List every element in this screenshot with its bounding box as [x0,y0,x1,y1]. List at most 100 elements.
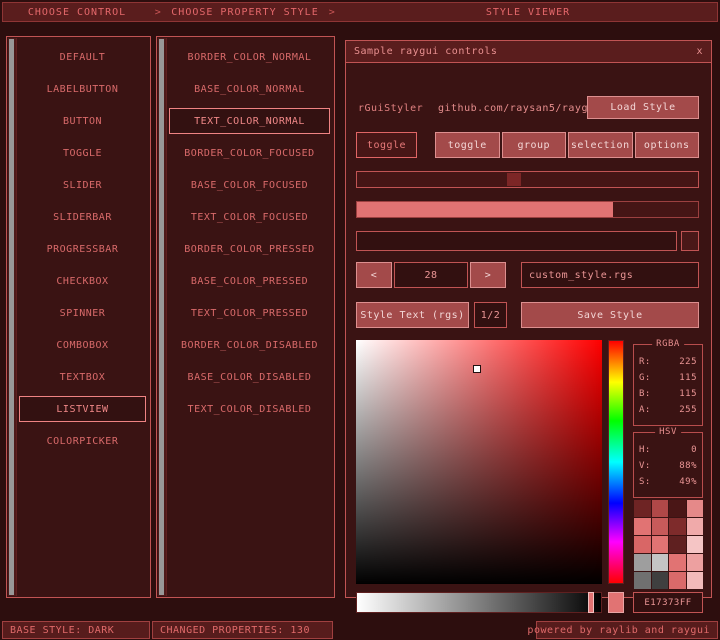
current-color-box[interactable] [608,592,624,613]
property-item-border-color-normal[interactable]: BORDER_COLOR_NORMAL [169,44,330,70]
slider[interactable] [356,171,699,188]
hsv-value-v: 88% [679,461,697,471]
hsv-label-h: H: [639,445,651,455]
hsv-label-v: V: [639,461,651,471]
control-item-colorpicker[interactable]: COLORPICKER [19,428,146,454]
rgba-value-a: 255 [679,405,697,415]
hsv-label-s: S: [639,477,651,487]
color-swatch[interactable] [686,572,703,589]
property-item-text-color-pressed[interactable]: TEXT_COLOR_PRESSED [169,300,330,326]
color-saturation-value-panel[interactable] [356,340,602,584]
property-item-text-color-disabled[interactable]: TEXT_COLOR_DISABLED [169,396,330,422]
window-titlebar[interactable]: Sample raygui controls x [346,41,711,63]
color-swatch[interactable] [651,554,668,571]
toggle-group-selection[interactable]: selection [568,132,633,158]
color-swatch[interactable] [686,554,703,571]
hsv-row-h: H: 0 [639,442,697,458]
hex-color-input[interactable]: E17373FF [633,592,703,613]
control-item-slider[interactable]: SLIDER [19,172,146,198]
color-swatch[interactable] [634,536,651,553]
color-swatch[interactable] [651,500,668,517]
color-swatch[interactable] [634,500,651,517]
color-swatch[interactable] [651,518,668,535]
property-item-border-color-pressed[interactable]: BORDER_COLOR_PRESSED [169,236,330,262]
rgba-row-b: B: 115 [639,386,697,402]
toggle-group-options[interactable]: options [634,132,699,158]
toggle-group-toggle[interactable]: toggle [435,132,500,158]
toggle-group-group[interactable]: group [501,132,566,158]
color-swatch[interactable] [686,518,703,535]
controls-list: DEFAULT LABELBUTTON BUTTON TOGGLE SLIDER… [19,44,146,460]
property-item-base-color-focused[interactable]: BASE_COLOR_FOCUSED [169,172,330,198]
load-style-button[interactable]: Load Style [587,96,699,119]
slider-handle[interactable] [506,173,521,186]
property-item-base-color-normal[interactable]: BASE_COLOR_NORMAL [169,76,330,102]
color-swatch[interactable] [634,554,651,571]
color-swatch[interactable] [686,500,703,517]
color-swatch[interactable] [651,572,668,589]
grayscale-slider[interactable] [356,592,602,613]
color-swatch[interactable] [669,500,686,517]
property-item-text-color-focused[interactable]: TEXT_COLOR_FOCUSED [169,204,330,230]
close-icon[interactable]: x [696,46,703,57]
rgba-label-r: R: [639,357,651,367]
save-style-button[interactable]: Save Style [521,302,699,328]
tab-style-viewer[interactable]: STYLE VIEWER [339,7,717,18]
rgba-label-g: G: [639,373,651,383]
controls-panel: DEFAULT LABELBUTTON BUTTON TOGGLE SLIDER… [6,36,151,598]
control-item-combobox[interactable]: COMBOBOX [19,332,146,358]
repo-link[interactable]: github.com/raysan5/raygui [438,96,601,120]
color-swatch[interactable] [686,536,703,553]
progress-bar[interactable] [356,201,699,218]
control-item-toggle[interactable]: TOGGLE [19,140,146,166]
color-swatch[interactable] [669,518,686,535]
spinner-decrement-button[interactable]: < [356,262,392,288]
control-item-textbox[interactable]: TEXTBOX [19,364,146,390]
scrollbar-thumb[interactable] [159,39,164,595]
properties-scrollbar[interactable] [158,38,167,596]
style-viewer-window: Sample raygui controls x rGuiStyler gith… [345,40,712,613]
color-swatch[interactable] [669,572,686,589]
control-item-checkbox[interactable]: CHECKBOX [19,268,146,294]
hue-slider[interactable] [608,340,624,584]
rgba-value-r: 225 [679,357,697,367]
spinner-increment-button[interactable]: > [470,262,506,288]
text-input-side-button[interactable] [681,231,699,251]
rgba-label-a: A: [639,405,651,415]
property-item-text-color-normal[interactable]: TEXT_COLOR_NORMAL [169,108,330,134]
window-body: rGuiStyler github.com/raysan5/raygui Loa… [346,63,711,613]
tab-choose-property-style[interactable]: CHOOSE PROPERTY STYLE [165,7,325,18]
filename-input[interactable]: custom_style.rgs [521,262,699,288]
style-text-button[interactable]: Style Text (rgs) [356,302,469,328]
property-item-border-color-disabled[interactable]: BORDER_COLOR_DISABLED [169,332,330,358]
window-title: Sample raygui controls [354,46,498,57]
hsv-value-s: 49% [679,477,697,487]
controls-scrollbar[interactable] [8,38,17,596]
control-item-default[interactable]: DEFAULT [19,44,146,70]
control-item-progressbar[interactable]: PROGRESSBAR [19,236,146,262]
grayscale-slider-handle[interactable] [588,592,595,613]
color-swatch[interactable] [634,518,651,535]
text-input[interactable] [356,231,677,251]
control-item-spinner[interactable]: SPINNER [19,300,146,326]
page-indicator[interactable]: 1/2 [474,302,507,328]
color-swatch[interactable] [669,536,686,553]
spinner-value[interactable]: 28 [394,262,468,288]
color-picker-cursor[interactable] [472,365,481,374]
property-item-base-color-pressed[interactable]: BASE_COLOR_PRESSED [169,268,330,294]
tab-choose-control[interactable]: CHOOSE CONTROL [3,7,151,18]
control-item-labelbutton[interactable]: LABELBUTTON [19,76,146,102]
color-swatch[interactable] [669,554,686,571]
control-item-listview[interactable]: LISTVIEW [19,396,146,422]
scrollbar-thumb[interactable] [9,39,14,595]
control-item-button[interactable]: BUTTON [19,108,146,134]
color-swatch[interactable] [634,572,651,589]
color-swatch[interactable] [651,536,668,553]
rgba-title: RGBA [652,339,684,349]
top-bar: CHOOSE CONTROL > CHOOSE PROPERTY STYLE >… [2,2,718,22]
toggle-button-active[interactable]: toggle [356,132,417,158]
property-item-border-color-focused[interactable]: BORDER_COLOR_FOCUSED [169,140,330,166]
property-item-base-color-disabled[interactable]: BASE_COLOR_DISABLED [169,364,330,390]
rgba-groupbox: RGBA R: 225 G: 115 B: 115 A: 255 [633,339,703,426]
control-item-sliderbar[interactable]: SLIDERBAR [19,204,146,230]
